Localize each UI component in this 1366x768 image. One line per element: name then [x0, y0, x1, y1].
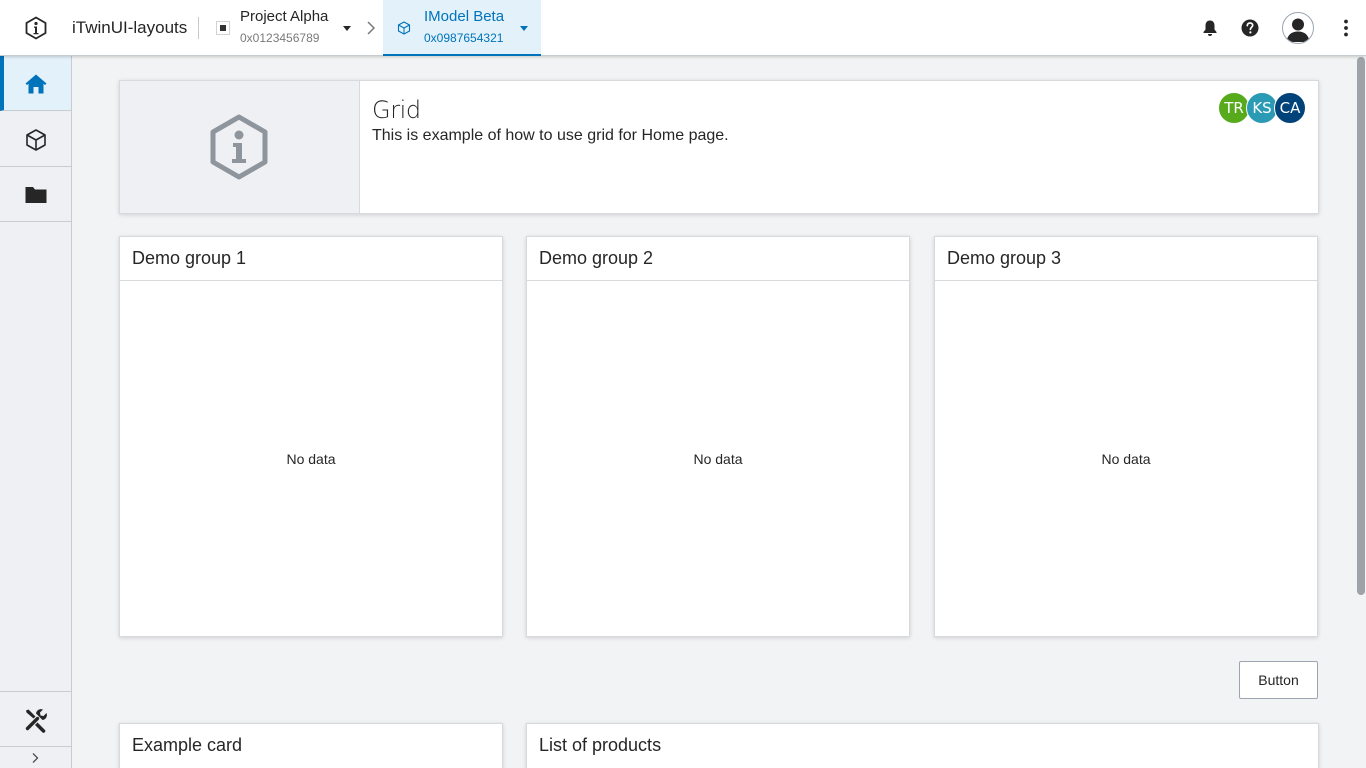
sidebar-item-folders[interactable] [0, 167, 71, 222]
tile-name: Grid [372, 96, 421, 124]
tile-description: This is example of how to use grid for H… [372, 127, 729, 144]
tools-icon [25, 709, 47, 733]
info-tile[interactable]: Grid This is example of how to use grid … [119, 80, 1319, 214]
cube-icon [26, 129, 46, 151]
info-hexagon-icon [210, 114, 268, 180]
tile-thumbnail [120, 81, 360, 213]
avatar-ca[interactable]: CA [1274, 92, 1306, 124]
group-title: Demo group 2 [539, 248, 654, 268]
card-title: List of products [539, 735, 662, 755]
sidebar-item-tools[interactable] [0, 691, 71, 746]
sidebar-expand-toggle[interactable] [0, 746, 71, 768]
empty-state: No data [286, 451, 336, 467]
imodel-title: IModel Beta [424, 8, 505, 25]
itwin-logo-icon[interactable] [24, 16, 48, 40]
caret-down-icon [343, 26, 351, 31]
chevron-right-icon [32, 753, 39, 763]
project-title: Project Alpha [240, 8, 329, 25]
app-header: iTwinUI-layouts Project Alpha 0x01234567… [0, 0, 1366, 56]
imodel-id: 0x0987654321 [424, 31, 504, 45]
header-divider [198, 17, 199, 39]
app-title[interactable]: iTwinUI-layouts [72, 18, 187, 38]
group-header: Demo group 1 [120, 237, 502, 281]
help-icon[interactable] [1240, 18, 1260, 38]
group-header: Demo group 3 [935, 237, 1317, 281]
demo-group-1: Demo group 1 No data [119, 236, 503, 637]
empty-state: No data [1101, 451, 1151, 467]
folder-icon [25, 187, 47, 203]
side-navigation [0, 56, 72, 768]
sidebar-item-home[interactable] [0, 56, 71, 111]
empty-state: No data [693, 451, 743, 467]
group-header: Demo group 2 [527, 237, 909, 281]
default-button[interactable]: Button [1239, 661, 1318, 699]
group-title: Demo group 1 [132, 248, 247, 268]
imodel-cube-icon [397, 21, 411, 35]
project-selector[interactable]: Project Alpha 0x0123456789 [204, 0, 360, 56]
user-avatar-icon[interactable] [1282, 12, 1314, 44]
scrollbar-thumb[interactable] [1357, 57, 1365, 595]
more-vertical-icon[interactable] [1336, 18, 1356, 38]
bell-icon[interactable] [1200, 18, 1220, 38]
sidebar-item-imodels[interactable] [0, 112, 71, 167]
example-card: Example card [119, 723, 503, 768]
home-icon [25, 74, 47, 94]
products-list-card: List of products [526, 723, 1319, 768]
caret-down-icon [520, 26, 528, 31]
card-title: Example card [132, 735, 243, 755]
group-title: Demo group 3 [947, 248, 1062, 268]
demo-group-2: Demo group 2 No data [526, 236, 910, 637]
demo-group-3: Demo group 3 No data [934, 236, 1318, 637]
project-id: 0x0123456789 [240, 31, 320, 45]
imodel-selector[interactable]: IModel Beta 0x0987654321 [383, 0, 541, 56]
chevron-right-icon [367, 21, 376, 35]
project-square-icon [216, 21, 230, 35]
